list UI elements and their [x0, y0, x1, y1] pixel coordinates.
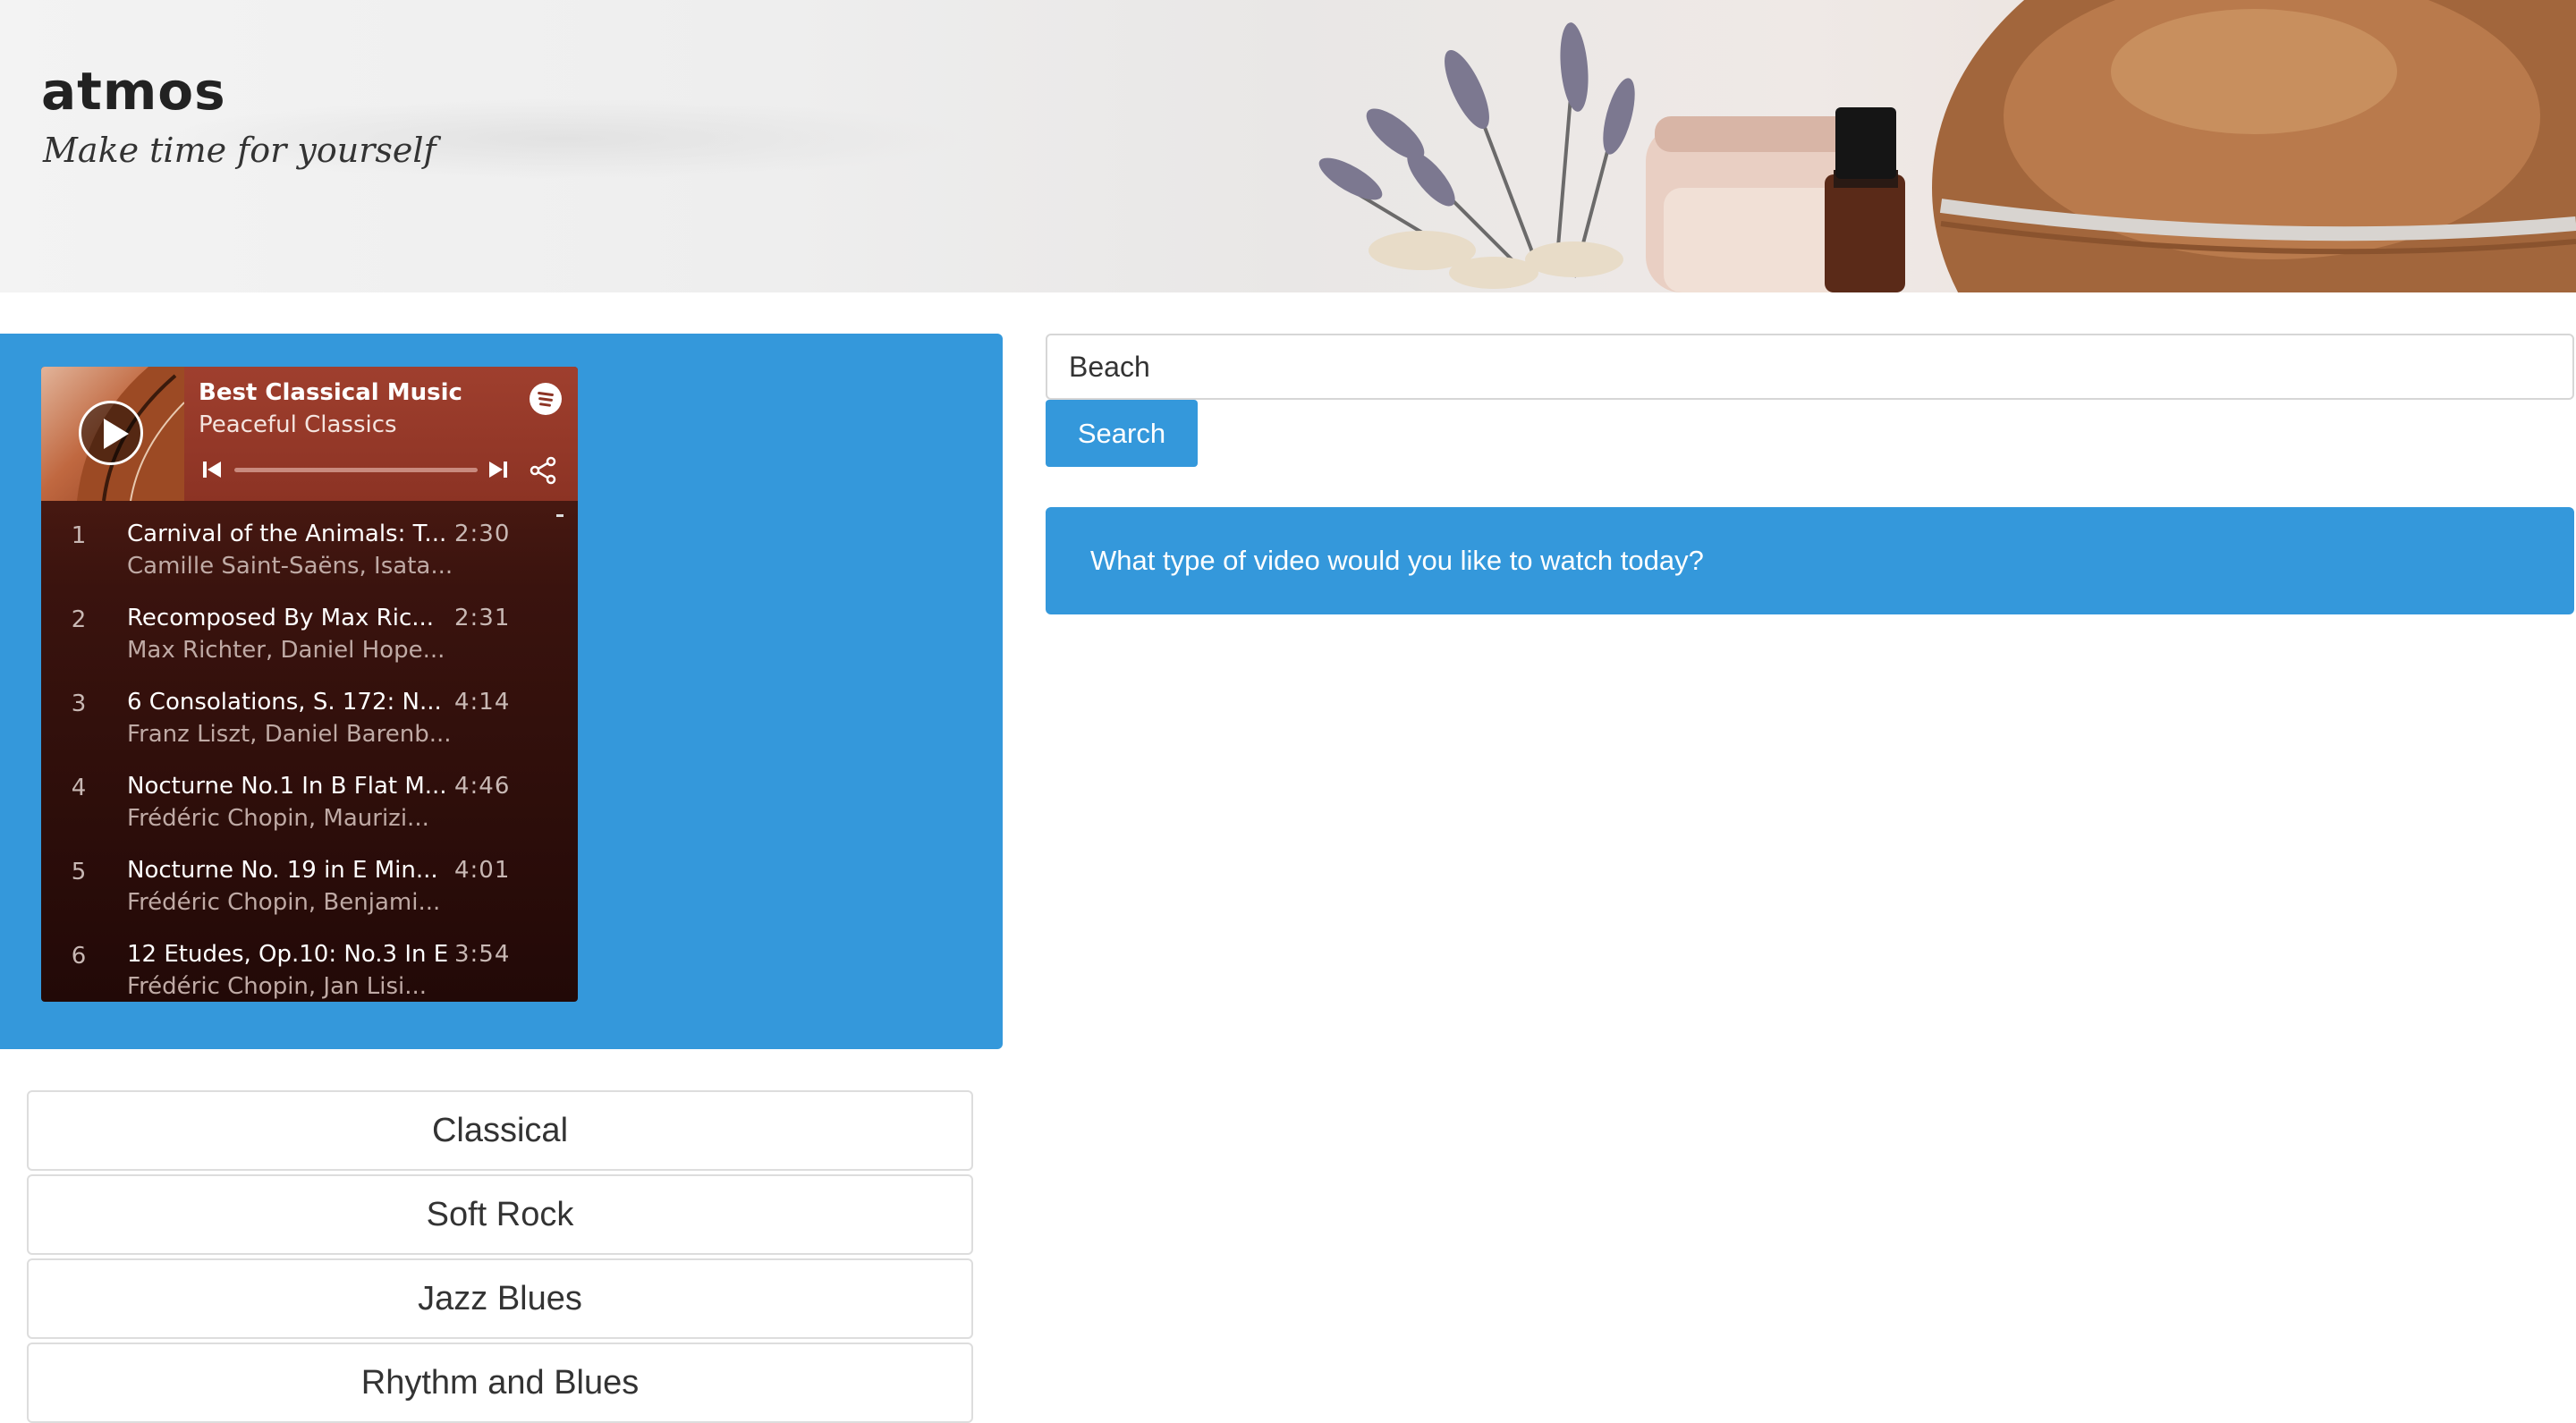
- track-row[interactable]: 6 12 Etudes, Op.10: No.3 In E Frédéric C…: [41, 930, 578, 1002]
- spotify-embed-player[interactable]: Best Classical Music Peaceful Classics 1…: [41, 367, 578, 1002]
- share-icon[interactable]: [530, 456, 558, 485]
- spotify-logo-icon[interactable]: [530, 383, 562, 415]
- track-duration: 4:46: [454, 773, 511, 800]
- track-title: Nocturne No. 19 in E Min...: [127, 857, 438, 884]
- track-row[interactable]: 1 Carnival of the Animals: T... Camille …: [41, 510, 578, 594]
- track-row[interactable]: 2 Recomposed By Max Ric... Max Richter, …: [41, 594, 578, 678]
- brand-tagline: Make time for yourself: [43, 131, 436, 170]
- track-number: 2: [71, 606, 87, 633]
- video-prompt-text: What type of video would you like to wat…: [1090, 545, 1704, 576]
- video-prompt-banner: What type of video would you like to wat…: [1046, 507, 2574, 614]
- play-button[interactable]: [79, 401, 143, 465]
- track-row[interactable]: 5 Nocturne No. 19 in E Min... Frédéric C…: [41, 846, 578, 930]
- search-input[interactable]: [1046, 334, 2574, 400]
- playlist-cover: [41, 367, 184, 501]
- playlist-subtitle[interactable]: Peaceful Classics: [199, 411, 397, 438]
- progress-bar[interactable]: [234, 468, 478, 472]
- player-header: Best Classical Music Peaceful Classics: [41, 367, 578, 501]
- genre-button-soft-rock[interactable]: Soft Rock: [27, 1174, 973, 1255]
- hero-image-diffuser: [1318, 0, 2576, 292]
- track-artist: Frédéric Chopin, Benjami...: [127, 889, 441, 916]
- track-artist: Max Richter, Daniel Hope...: [127, 637, 445, 664]
- search-button[interactable]: Search: [1046, 400, 1198, 467]
- genre-button-rhythm-and-blues[interactable]: Rhythm and Blues: [27, 1343, 973, 1423]
- track-title: 12 Etudes, Op.10: No.3 In E: [127, 941, 449, 968]
- track-number: 3: [71, 690, 87, 717]
- track-row[interactable]: 3 6 Consolations, S. 172: N... Franz Lis…: [41, 678, 578, 762]
- track-title: Nocturne No.1 In B Flat M...: [127, 773, 447, 800]
- track-duration: 2:31: [454, 605, 511, 631]
- track-number: 4: [71, 775, 87, 801]
- track-duration: 4:14: [454, 689, 511, 716]
- track-title: Carnival of the Animals: T...: [127, 521, 447, 547]
- brand-title: atmos: [41, 61, 226, 122]
- track-row[interactable]: 4 Nocturne No.1 In B Flat M... Frédéric …: [41, 762, 578, 846]
- hero-banner: atmos Make time for yourself: [0, 0, 2576, 292]
- track-artist: Frédéric Chopin, Jan Lisi...: [127, 973, 428, 1000]
- track-number: 5: [71, 859, 87, 885]
- track-title: 6 Consolations, S. 172: N...: [127, 689, 442, 716]
- previous-track-icon[interactable]: [202, 460, 222, 479]
- track-duration: 4:01: [454, 857, 511, 884]
- track-artist: Franz Liszt, Daniel Barenb...: [127, 721, 452, 748]
- playlist-title[interactable]: Best Classical Music: [199, 379, 462, 406]
- track-artist: Frédéric Chopin, Maurizi...: [127, 805, 429, 832]
- genre-button-classical[interactable]: Classical: [27, 1090, 973, 1171]
- track-number: 6: [71, 943, 87, 970]
- track-artist: Camille Saint-Saëns, Isata...: [127, 553, 453, 580]
- genre-button-jazz-blues[interactable]: Jazz Blues: [27, 1258, 973, 1339]
- track-duration: 2:30: [454, 521, 511, 547]
- track-title: Recomposed By Max Ric...: [127, 605, 435, 631]
- track-number: 1: [71, 522, 87, 549]
- next-track-icon[interactable]: [488, 460, 508, 479]
- track-duration: 3:54: [454, 941, 511, 968]
